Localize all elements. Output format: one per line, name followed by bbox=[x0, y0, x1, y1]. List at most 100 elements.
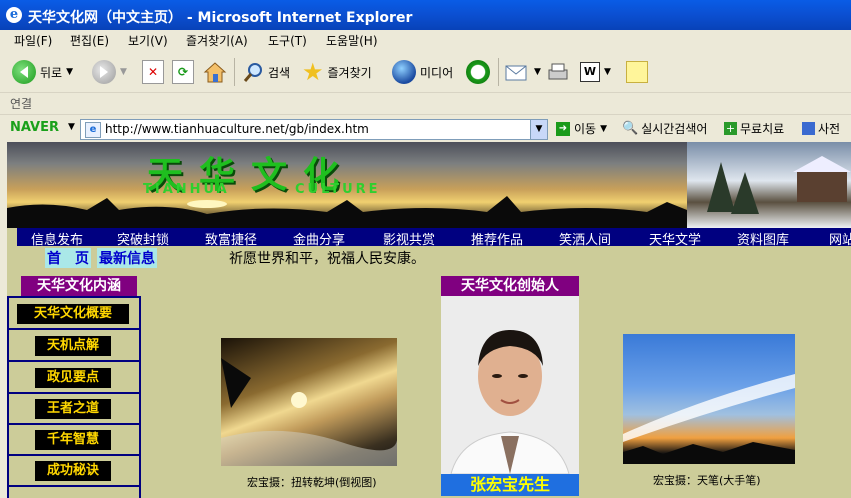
stop-button[interactable]: ✕ bbox=[142, 58, 164, 86]
plus-icon: + bbox=[724, 122, 737, 135]
dictionary-button[interactable]: 사전 bbox=[802, 120, 840, 137]
main-nav: 信息发布 突破封锁 致富捷径 金曲分享 影视共赏 推荐作品 笑洒人间 天华文学 … bbox=[17, 228, 851, 248]
refresh-icon: ⟳ bbox=[172, 60, 194, 84]
menu-tools[interactable]: 도구(T) bbox=[268, 32, 307, 49]
go-label: 이동 bbox=[574, 122, 597, 136]
nav-item[interactable]: 天华文学 bbox=[649, 229, 701, 248]
favorites-label: 즐겨찾기 bbox=[327, 65, 372, 80]
free-label: 무료치료 bbox=[740, 122, 785, 136]
landscape-photo-2[interactable] bbox=[623, 334, 795, 464]
nav-item[interactable]: 资料图库 bbox=[737, 229, 789, 248]
sunset-clouds-icon bbox=[221, 358, 397, 466]
naver-dropdown-icon[interactable]: ▼ bbox=[68, 122, 75, 132]
book-icon bbox=[802, 122, 815, 135]
left-menu: 天华文化概要 天机点解 政见要点 王者之道 千年智慧 成功秘诀 bbox=[7, 296, 141, 498]
free-treatment-button[interactable]: + 무료치료 bbox=[724, 120, 784, 137]
refresh-button[interactable]: ⟳ bbox=[172, 58, 194, 86]
nav-item[interactable]: 金曲分享 bbox=[293, 229, 345, 248]
go-arrow-icon: ➜ bbox=[556, 121, 570, 136]
site-banner: 天华文化 TIANHUA CULTURE bbox=[7, 142, 687, 228]
dict-label: 사전 bbox=[818, 122, 841, 136]
star-icon: ★ bbox=[302, 58, 324, 86]
left-menu-item[interactable]: 天机点解 bbox=[35, 336, 111, 356]
snow-scene-image bbox=[687, 142, 851, 228]
founder-heading: 天华文化创始人 bbox=[441, 276, 579, 296]
founder-name: 张宏宝先生 bbox=[441, 474, 579, 496]
links-label: 연결 bbox=[10, 97, 33, 111]
window-title: 天华文化网（中文主页） - Microsoft Internet Explore… bbox=[28, 10, 413, 26]
search-icon: 🔍 bbox=[622, 121, 639, 136]
go-button[interactable]: ➜ 이동 ▼ bbox=[556, 120, 607, 137]
menu-bar: 파일(F) 편집(E) 보기(V) 즐겨찾기(A) 도구(T) 도움말(H) bbox=[0, 30, 851, 50]
back-label: 뒤로 bbox=[40, 65, 63, 80]
menu-file[interactable]: 파일(F) bbox=[14, 32, 52, 49]
note-icon bbox=[626, 61, 648, 83]
motto-text: 祈愿世界和平，祝福人民安康。 bbox=[229, 251, 425, 267]
print-button[interactable] bbox=[546, 58, 570, 86]
media-globe-icon bbox=[392, 60, 416, 84]
nav-item[interactable]: 影视共赏 bbox=[383, 229, 435, 248]
back-dropdown-icon[interactable]: ▼ bbox=[66, 67, 73, 77]
history-button[interactable] bbox=[466, 58, 490, 86]
search-button[interactable]: 검색 bbox=[242, 58, 290, 86]
menu-view[interactable]: 보기(V) bbox=[128, 32, 168, 49]
photo-2-caption: 宏宝摄：天笔(大手笔) bbox=[653, 474, 761, 487]
history-icon bbox=[466, 60, 490, 84]
home-button[interactable] bbox=[202, 58, 228, 86]
left-menu-item[interactable]: 政见要点 bbox=[35, 368, 111, 388]
media-label: 미디어 bbox=[420, 65, 454, 80]
notes-button[interactable] bbox=[626, 58, 648, 86]
address-url: http://www.tianhuaculture.net/gb/index.h… bbox=[105, 122, 369, 136]
snow-trees-icon bbox=[707, 156, 851, 214]
nav-item[interactable]: 突破封锁 bbox=[117, 229, 169, 248]
menu-favorites[interactable]: 즐겨찾기(A) bbox=[186, 32, 248, 49]
mail-button[interactable]: ▼ bbox=[504, 58, 541, 86]
nav-item[interactable]: 网站 bbox=[829, 229, 851, 248]
left-menu-item[interactable]: 王者之道 bbox=[35, 399, 111, 419]
naver-logo[interactable]: NAVER bbox=[10, 120, 59, 135]
word-edit-icon: W bbox=[580, 62, 600, 82]
founder-portrait bbox=[441, 296, 579, 474]
links-bar: 연결 bbox=[0, 92, 851, 114]
banner-subtitle-left: TIANHUA bbox=[143, 182, 230, 197]
person-portrait-icon bbox=[441, 296, 579, 474]
landscape-photo-1[interactable] bbox=[221, 338, 397, 466]
go-dropdown-icon[interactable]: ▼ bbox=[600, 124, 607, 134]
address-input[interactable]: e http://www.tianhuaculture.net/gb/index… bbox=[80, 119, 548, 140]
home-icon bbox=[203, 62, 227, 83]
standard-toolbar: 뒤로 ▼ ▼ ✕ ⟳ 검색 ★ 즐겨찾기 미디어 ▼ W ▼ bbox=[0, 52, 851, 93]
address-dropdown-icon[interactable]: ▼ bbox=[530, 120, 547, 139]
left-menu-item[interactable]: 成功秘诀 bbox=[35, 461, 111, 481]
stop-icon: ✕ bbox=[142, 60, 164, 84]
home-link[interactable]: 首 页 bbox=[45, 248, 91, 268]
menu-help[interactable]: 도움말(H) bbox=[326, 32, 378, 49]
search-icon bbox=[243, 63, 262, 82]
banner-subtitle-right: CULTURE bbox=[295, 182, 381, 197]
address-bar: NAVER ▼ e http://www.tianhuaculture.net/… bbox=[0, 114, 851, 143]
forward-arrow-icon bbox=[92, 60, 116, 84]
left-menu-item[interactable]: 天华文化概要 bbox=[17, 304, 129, 324]
realtime-label: 실시간검색어 bbox=[641, 122, 708, 136]
forward-button[interactable]: ▼ bbox=[92, 58, 127, 86]
back-button[interactable]: 뒤로 ▼ bbox=[12, 58, 73, 86]
nav-item[interactable]: 致富捷径 bbox=[205, 229, 257, 248]
menu-edit[interactable]: 편집(E) bbox=[70, 32, 109, 49]
nav-item[interactable]: 笑洒人间 bbox=[559, 229, 611, 248]
latest-news-link[interactable]: 最新信息 bbox=[97, 248, 157, 268]
nav-item[interactable]: 推荐作品 bbox=[471, 229, 523, 248]
left-menu-heading: 天华文化内涵 bbox=[21, 276, 137, 296]
left-menu-item[interactable]: 千年智慧 bbox=[35, 430, 111, 450]
photo-1-caption: 宏宝摄：扭转乾坤(倒视图) bbox=[247, 476, 377, 489]
media-button[interactable]: 미디어 bbox=[392, 58, 453, 86]
edit-dropdown-icon[interactable]: ▼ bbox=[604, 67, 611, 77]
nav-item[interactable]: 信息发布 bbox=[31, 229, 83, 248]
realtime-search-button[interactable]: 🔍 실시간검색어 bbox=[622, 120, 707, 137]
edit-button[interactable]: W ▼ bbox=[580, 58, 611, 86]
favorites-button[interactable]: ★ 즐겨찾기 bbox=[302, 58, 372, 86]
window-titlebar: e 天华文化网（中文主页） - Microsoft Internet Explo… bbox=[0, 0, 851, 30]
mail-dropdown-icon[interactable]: ▼ bbox=[534, 67, 541, 77]
search-label: 검색 bbox=[268, 65, 291, 80]
ie-logo-icon: e bbox=[6, 7, 22, 23]
web-page: 天华文化 TIANHUA CULTURE 信息发布 突破封锁 致富捷径 金曲分享… bbox=[7, 142, 851, 498]
forward-dropdown-icon[interactable]: ▼ bbox=[120, 67, 127, 77]
